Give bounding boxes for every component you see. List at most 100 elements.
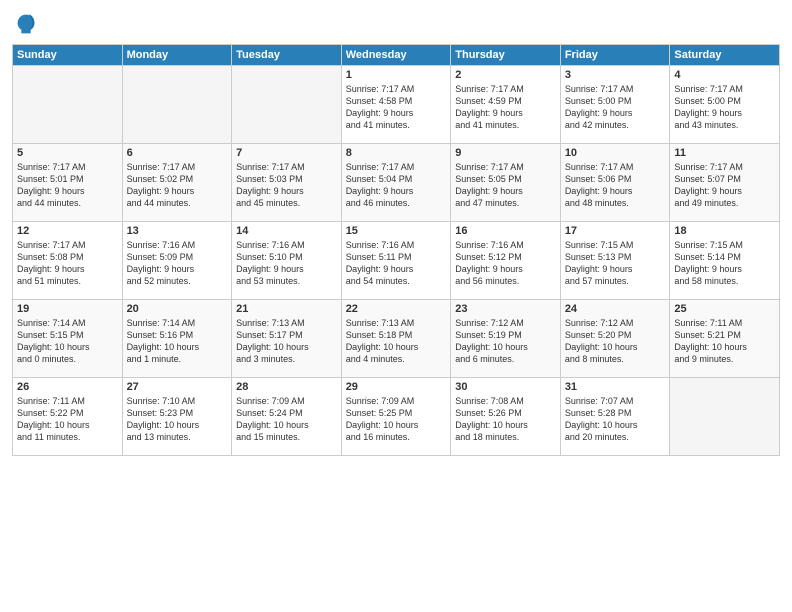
day-number: 15 bbox=[346, 225, 447, 237]
day-info: Sunrise: 7:12 AM Sunset: 5:19 PM Dayligh… bbox=[455, 317, 556, 366]
day-info: Sunrise: 7:15 AM Sunset: 5:14 PM Dayligh… bbox=[674, 239, 775, 288]
calendar-cell: 1 Sunrise: 7:17 AM Sunset: 4:58 PM Daylig… bbox=[341, 66, 451, 144]
day-info: Sunrise: 7:17 AM Sunset: 5:00 PM Dayligh… bbox=[565, 83, 666, 132]
calendar-cell: 16 Sunrise: 7:16 AM Sunset: 5:12 PM Dayli… bbox=[451, 222, 561, 300]
logo-icon bbox=[12, 10, 40, 38]
calendar-cell bbox=[13, 66, 123, 144]
calendar-table: SundayMondayTuesdayWednesdayThursdayFrid… bbox=[12, 44, 780, 456]
calendar-body: 1 Sunrise: 7:17 AM Sunset: 4:58 PM Daylig… bbox=[13, 66, 780, 456]
day-number: 25 bbox=[674, 303, 775, 315]
day-info: Sunrise: 7:16 AM Sunset: 5:11 PM Dayligh… bbox=[346, 239, 447, 288]
day-number: 16 bbox=[455, 225, 556, 237]
day-info: Sunrise: 7:08 AM Sunset: 5:26 PM Dayligh… bbox=[455, 395, 556, 444]
calendar-cell: 13Sunrise: 7:16 AM Sunset: 5:09 PM Dayli… bbox=[122, 222, 232, 300]
day-info: Sunrise: 7:07 AM Sunset: 5:28 PM Dayligh… bbox=[565, 395, 666, 444]
calendar-cell: 22 Sunrise: 7:13 AM Sunset: 5:18 PM Dayli… bbox=[341, 300, 451, 378]
calendar-cell bbox=[122, 66, 232, 144]
week-row-1: 1 Sunrise: 7:17 AM Sunset: 4:58 PM Daylig… bbox=[13, 66, 780, 144]
week-row-4: 19Sunrise: 7:14 AM Sunset: 5:15 PM Dayli… bbox=[13, 300, 780, 378]
day-number: 12 bbox=[17, 225, 118, 237]
day-number: 17 bbox=[565, 225, 666, 237]
calendar-cell: 8 Sunrise: 7:17 AM Sunset: 5:04 PM Daylig… bbox=[341, 144, 451, 222]
day-number: 5 bbox=[17, 147, 118, 159]
week-row-2: 5Sunrise: 7:17 AM Sunset: 5:01 PM Daylig… bbox=[13, 144, 780, 222]
day-info: Sunrise: 7:17 AM Sunset: 4:59 PM Dayligh… bbox=[455, 83, 556, 132]
calendar-cell: 14 Sunrise: 7:16 AM Sunset: 5:10 PM Dayli… bbox=[232, 222, 342, 300]
day-number: 24 bbox=[565, 303, 666, 315]
day-info: Sunrise: 7:17 AM Sunset: 5:04 PM Dayligh… bbox=[346, 161, 447, 210]
day-info: Sunrise: 7:11 AM Sunset: 5:21 PM Dayligh… bbox=[674, 317, 775, 366]
day-info: Sunrise: 7:14 AM Sunset: 5:15 PM Dayligh… bbox=[17, 317, 118, 366]
day-info: Sunrise: 7:16 AM Sunset: 5:10 PM Dayligh… bbox=[236, 239, 337, 288]
calendar-cell: 4Sunrise: 7:17 AM Sunset: 5:00 PM Daylig… bbox=[670, 66, 780, 144]
day-info: Sunrise: 7:14 AM Sunset: 5:16 PM Dayligh… bbox=[127, 317, 228, 366]
header-day-saturday: Saturday bbox=[670, 45, 780, 66]
day-info: Sunrise: 7:17 AM Sunset: 5:03 PM Dayligh… bbox=[236, 161, 337, 210]
day-number: 13 bbox=[127, 225, 228, 237]
day-info: Sunrise: 7:17 AM Sunset: 5:08 PM Dayligh… bbox=[17, 239, 118, 288]
day-info: Sunrise: 7:10 AM Sunset: 5:23 PM Dayligh… bbox=[127, 395, 228, 444]
day-info: Sunrise: 7:17 AM Sunset: 5:05 PM Dayligh… bbox=[455, 161, 556, 210]
day-info: Sunrise: 7:11 AM Sunset: 5:22 PM Dayligh… bbox=[17, 395, 118, 444]
day-number: 26 bbox=[17, 381, 118, 393]
header-day-friday: Friday bbox=[560, 45, 670, 66]
day-number: 6 bbox=[127, 147, 228, 159]
day-info: Sunrise: 7:17 AM Sunset: 5:00 PM Dayligh… bbox=[674, 83, 775, 132]
header-day-tuesday: Tuesday bbox=[232, 45, 342, 66]
day-number: 21 bbox=[236, 303, 337, 315]
calendar-cell: 31Sunrise: 7:07 AM Sunset: 5:28 PM Dayli… bbox=[560, 378, 670, 456]
day-info: Sunrise: 7:09 AM Sunset: 5:24 PM Dayligh… bbox=[236, 395, 337, 444]
header-day-wednesday: Wednesday bbox=[341, 45, 451, 66]
calendar-cell: 23 Sunrise: 7:12 AM Sunset: 5:19 PM Dayli… bbox=[451, 300, 561, 378]
day-number: 23 bbox=[455, 303, 556, 315]
day-number: 14 bbox=[236, 225, 337, 237]
week-row-5: 26 Sunrise: 7:11 AM Sunset: 5:22 PM Dayli… bbox=[13, 378, 780, 456]
calendar-cell: 6Sunrise: 7:17 AM Sunset: 5:02 PM Daylig… bbox=[122, 144, 232, 222]
calendar-cell: 12 Sunrise: 7:17 AM Sunset: 5:08 PM Dayli… bbox=[13, 222, 123, 300]
calendar-cell: 15 Sunrise: 7:16 AM Sunset: 5:11 PM Dayli… bbox=[341, 222, 451, 300]
day-info: Sunrise: 7:13 AM Sunset: 5:18 PM Dayligh… bbox=[346, 317, 447, 366]
calendar-cell: 11Sunrise: 7:17 AM Sunset: 5:07 PM Dayli… bbox=[670, 144, 780, 222]
day-number: 18 bbox=[674, 225, 775, 237]
day-info: Sunrise: 7:12 AM Sunset: 5:20 PM Dayligh… bbox=[565, 317, 666, 366]
day-info: Sunrise: 7:16 AM Sunset: 5:12 PM Dayligh… bbox=[455, 239, 556, 288]
calendar-cell: 2 Sunrise: 7:17 AM Sunset: 4:59 PM Daylig… bbox=[451, 66, 561, 144]
day-number: 11 bbox=[674, 147, 775, 159]
day-info: Sunrise: 7:17 AM Sunset: 5:06 PM Dayligh… bbox=[565, 161, 666, 210]
day-info: Sunrise: 7:15 AM Sunset: 5:13 PM Dayligh… bbox=[565, 239, 666, 288]
day-number: 30 bbox=[455, 381, 556, 393]
calendar-cell bbox=[232, 66, 342, 144]
calendar-cell: 21Sunrise: 7:13 AM Sunset: 5:17 PM Dayli… bbox=[232, 300, 342, 378]
calendar-cell: 20 Sunrise: 7:14 AM Sunset: 5:16 PM Dayli… bbox=[122, 300, 232, 378]
calendar-cell: 10Sunrise: 7:17 AM Sunset: 5:06 PM Dayli… bbox=[560, 144, 670, 222]
day-number: 20 bbox=[127, 303, 228, 315]
calendar-cell: 3Sunrise: 7:17 AM Sunset: 5:00 PM Daylig… bbox=[560, 66, 670, 144]
calendar-cell: 19Sunrise: 7:14 AM Sunset: 5:15 PM Dayli… bbox=[13, 300, 123, 378]
header-day-sunday: Sunday bbox=[13, 45, 123, 66]
header bbox=[12, 10, 780, 38]
day-number: 29 bbox=[346, 381, 447, 393]
day-number: 1 bbox=[346, 69, 447, 81]
header-day-thursday: Thursday bbox=[451, 45, 561, 66]
calendar-cell: 18 Sunrise: 7:15 AM Sunset: 5:14 PM Dayli… bbox=[670, 222, 780, 300]
header-row: SundayMondayTuesdayWednesdayThursdayFrid… bbox=[13, 45, 780, 66]
calendar-cell bbox=[670, 378, 780, 456]
day-number: 7 bbox=[236, 147, 337, 159]
logo bbox=[12, 10, 44, 38]
calendar-cell: 27 Sunrise: 7:10 AM Sunset: 5:23 PM Dayli… bbox=[122, 378, 232, 456]
calendar-cell: 26 Sunrise: 7:11 AM Sunset: 5:22 PM Dayli… bbox=[13, 378, 123, 456]
calendar-cell: 5Sunrise: 7:17 AM Sunset: 5:01 PM Daylig… bbox=[13, 144, 123, 222]
calendar-cell: 29Sunrise: 7:09 AM Sunset: 5:25 PM Dayli… bbox=[341, 378, 451, 456]
header-day-monday: Monday bbox=[122, 45, 232, 66]
calendar-header: SundayMondayTuesdayWednesdayThursdayFrid… bbox=[13, 45, 780, 66]
calendar-cell: 30 Sunrise: 7:08 AM Sunset: 5:26 PM Dayli… bbox=[451, 378, 561, 456]
calendar-cell: 25 Sunrise: 7:11 AM Sunset: 5:21 PM Dayli… bbox=[670, 300, 780, 378]
day-info: Sunrise: 7:17 AM Sunset: 4:58 PM Dayligh… bbox=[346, 83, 447, 132]
day-number: 22 bbox=[346, 303, 447, 315]
calendar-cell: 24 Sunrise: 7:12 AM Sunset: 5:20 PM Dayli… bbox=[560, 300, 670, 378]
day-number: 8 bbox=[346, 147, 447, 159]
day-number: 27 bbox=[127, 381, 228, 393]
day-number: 2 bbox=[455, 69, 556, 81]
calendar-cell: 9Sunrise: 7:17 AM Sunset: 5:05 PM Daylig… bbox=[451, 144, 561, 222]
calendar-cell: 7 Sunrise: 7:17 AM Sunset: 5:03 PM Daylig… bbox=[232, 144, 342, 222]
